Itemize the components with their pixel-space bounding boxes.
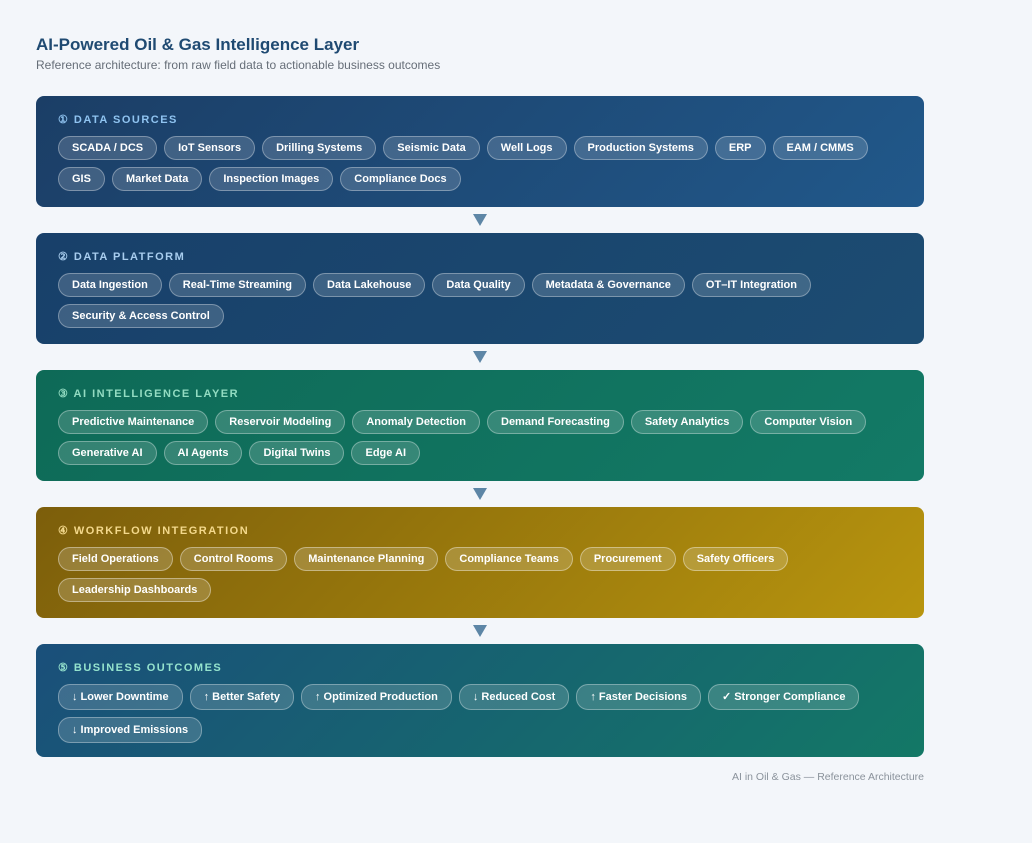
layer-business-outcomes: ⑤ BUSINESS OUTCOMES ↓ Lower Downtime ↑ B… [36,644,924,757]
layer-title-data-sources: ① DATA SOURCES [58,114,178,126]
footer-caption: AI in Oil & Gas — Reference Architecture [732,771,924,783]
chip-safety-analytics[interactable]: Safety Analytics [630,410,744,434]
chip-security-access-control[interactable]: Security & Access Control [58,304,224,328]
chip-market-data[interactable]: Market Data [111,167,203,191]
chip-reduced-cost[interactable]: ↓ Reduced Cost [458,684,570,710]
chip-anomaly-detection[interactable]: Anomaly Detection [352,410,480,434]
chip-group-data-sources: SCADA / DCS IoT Sensors Drilling Systems… [58,136,902,191]
chip-data-quality[interactable]: Data Quality [432,273,525,297]
down-triangle-arrow-icon [472,487,488,501]
chip-real-time-streaming[interactable]: Real-Time Streaming [168,273,307,297]
chip-group-data-platform: Data Ingestion Real-Time Streaming Data … [58,273,902,328]
layer-title-workflow-integration: ④ WORKFLOW INTEGRATION [58,525,250,537]
down-triangle-arrow-icon [472,350,488,364]
chip-data-ingestion[interactable]: Data Ingestion [58,273,162,297]
chip-seismic-data[interactable]: Seismic Data [383,136,480,160]
chip-group-business-outcomes: ↓ Lower Downtime ↑ Better Safety ↑ Optim… [58,684,902,743]
down-triangle-arrow-icon [472,624,488,638]
page-title: AI-Powered Oil & Gas Intelligence Layer [36,35,360,54]
layer-title-business-outcomes: ⑤ BUSINESS OUTCOMES [58,662,223,674]
chip-reservoir-modeling[interactable]: Reservoir Modeling [215,410,346,434]
chip-optimized-production[interactable]: ↑ Optimized Production [300,684,452,710]
layer-data-sources: ① DATA SOURCES SCADA / DCS IoT Sensors D… [36,96,924,207]
chip-production-systems[interactable]: Production Systems [573,136,708,160]
chip-gis[interactable]: GIS [58,167,105,191]
chip-demand-forecasting[interactable]: Demand Forecasting [487,410,624,434]
chip-iot-sensors[interactable]: IoT Sensors [164,136,256,160]
chip-well-logs[interactable]: Well Logs [486,136,567,160]
chip-control-rooms[interactable]: Control Rooms [179,547,288,571]
chip-digital-twins[interactable]: Digital Twins [249,441,345,465]
chip-faster-decisions[interactable]: ↑ Faster Decisions [576,684,701,710]
chip-erp[interactable]: ERP [714,136,766,160]
chip-scada-dcs[interactable]: SCADA / DCS [58,136,158,160]
layer-ai-intelligence: ③ AI INTELLIGENCE LAYER Predictive Maint… [36,370,924,481]
chip-predictive-maintenance[interactable]: Predictive Maintenance [58,410,209,434]
chip-eam-cmms[interactable]: EAM / CMMS [772,136,868,160]
chip-leadership-dashboards[interactable]: Leadership Dashboards [58,578,212,602]
chip-data-lakehouse[interactable]: Data Lakehouse [313,273,426,297]
chip-edge-ai[interactable]: Edge AI [351,441,421,465]
chip-group-workflow-integration: Field Operations Control Rooms Maintenan… [58,547,902,602]
chip-stronger-compliance[interactable]: ✓ Stronger Compliance [707,684,860,710]
down-triangle-arrow-icon [472,213,488,227]
layer-data-platform: ② DATA PLATFORM Data Ingestion Real-Time… [36,233,924,344]
architecture-diagram: AI-Powered Oil & Gas Intelligence Layer … [36,34,924,783]
chip-improved-emissions[interactable]: ↓ Improved Emissions [58,717,203,743]
chip-procurement[interactable]: Procurement [579,547,676,571]
chip-metadata-governance[interactable]: Metadata & Governance [531,273,685,297]
chip-compliance-teams[interactable]: Compliance Teams [445,547,573,571]
chip-ot-it-integration[interactable]: OT–IT Integration [691,273,811,297]
layer-title-data-platform: ② DATA PLATFORM [58,251,186,263]
layer-workflow-integration: ④ WORKFLOW INTEGRATION Field Operations … [36,507,924,618]
chip-group-ai-intelligence: Predictive Maintenance Reservoir Modelin… [58,410,902,465]
chip-inspection-images[interactable]: Inspection Images [209,167,334,191]
chip-computer-vision[interactable]: Computer Vision [750,410,867,434]
chip-maintenance-planning[interactable]: Maintenance Planning [294,547,439,571]
chip-generative-ai[interactable]: Generative AI [58,441,157,465]
layer-title-ai-intelligence: ③ AI INTELLIGENCE LAYER [58,388,240,400]
chip-lower-downtime[interactable]: ↓ Lower Downtime [58,684,183,710]
chip-safety-officers[interactable]: Safety Officers [682,547,789,571]
page-subtitle: Reference architecture: from raw field d… [36,58,441,72]
chip-drilling-systems[interactable]: Drilling Systems [262,136,377,160]
chip-better-safety[interactable]: ↑ Better Safety [189,684,294,710]
chip-compliance-docs[interactable]: Compliance Docs [340,167,461,191]
chip-field-operations[interactable]: Field Operations [58,547,173,571]
chip-ai-agents[interactable]: AI Agents [163,441,243,465]
